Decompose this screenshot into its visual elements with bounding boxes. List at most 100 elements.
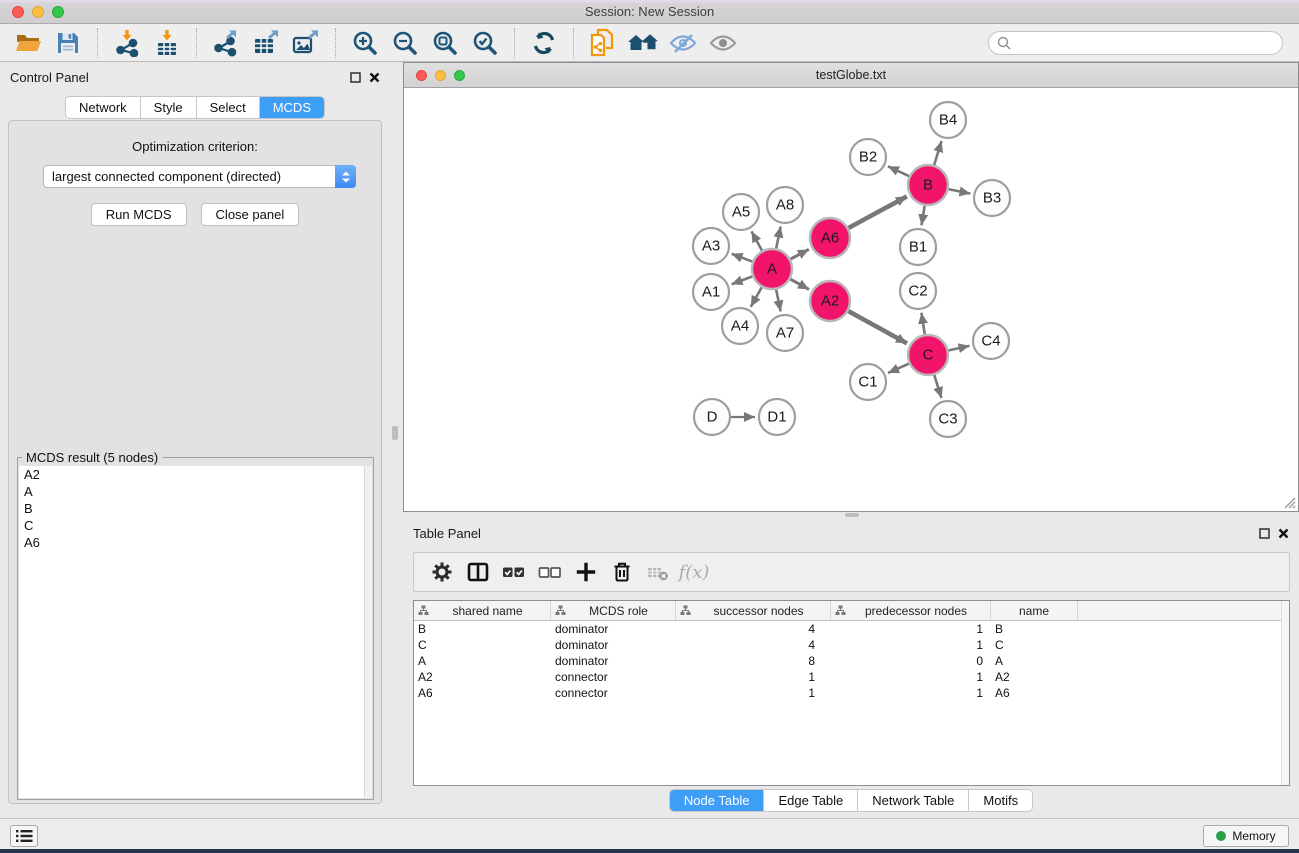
close-panel-icon[interactable] [1278, 528, 1289, 539]
zoom-in-button[interactable] [345, 27, 385, 59]
graph-node-label-A8: A8 [776, 197, 794, 214]
save-floppy-icon [56, 31, 80, 55]
close-panel-icon[interactable] [369, 72, 380, 83]
select-all-button[interactable] [496, 556, 532, 588]
memory-button[interactable]: Memory [1203, 825, 1289, 847]
import-table-button[interactable] [147, 27, 187, 59]
table-panel-tabs: Node Table Edge Table Network Table Moti… [669, 789, 1033, 812]
table-cell[interactable]: C [991, 638, 1078, 652]
deselect-all-button[interactable] [532, 556, 568, 588]
table-cell[interactable]: 1 [831, 638, 991, 652]
tab-style[interactable]: Style [141, 97, 197, 118]
column-header-shared-name[interactable]: shared name [414, 601, 551, 620]
table-cell[interactable]: dominator [551, 654, 676, 668]
table-cell[interactable]: 4 [676, 622, 831, 636]
export-image-button[interactable] [286, 27, 326, 59]
mcds-result-title: MCDS result (5 nodes) [22, 450, 162, 465]
zoom-selected-button[interactable] [465, 27, 505, 59]
float-panel-icon[interactable] [1259, 528, 1270, 539]
table-cell[interactable]: A [414, 654, 551, 668]
search-input[interactable] [988, 31, 1283, 55]
tab-node-table[interactable]: Node Table [670, 790, 765, 811]
table-cell[interactable]: A2 [991, 670, 1078, 684]
mcds-result-item[interactable]: B [19, 500, 372, 517]
table-cell[interactable]: connector [551, 686, 676, 700]
delete-column-button[interactable] [604, 556, 640, 588]
resize-grip-icon[interactable] [1284, 497, 1296, 509]
export-table-button[interactable] [246, 27, 286, 59]
zoom-out-button[interactable] [385, 27, 425, 59]
home-networks-button[interactable] [623, 27, 663, 59]
table-cell[interactable]: 1 [831, 670, 991, 684]
table-cell[interactable]: 4 [676, 638, 831, 652]
table-settings-button[interactable] [424, 556, 460, 588]
table-row[interactable]: Bdominator41B [414, 621, 1289, 637]
table-cell[interactable]: A [991, 654, 1078, 668]
zoom-fit-button[interactable] [425, 27, 465, 59]
table-panel: Table Panel f(x) shared name MCDS role s… [403, 518, 1299, 812]
tab-network[interactable]: Network [66, 97, 141, 118]
table-cell[interactable]: C [414, 638, 551, 652]
table-cell[interactable]: B [414, 622, 551, 636]
table-cell[interactable]: 0 [831, 654, 991, 668]
table-cell[interactable]: A6 [414, 686, 551, 700]
table-row[interactable]: Adominator80A [414, 653, 1289, 669]
table-cell[interactable]: connector [551, 670, 676, 684]
table-cell[interactable]: 1 [676, 686, 831, 700]
hide-selected-button[interactable] [663, 27, 703, 59]
table-row[interactable]: A6connector11A6 [414, 685, 1289, 701]
show-panels-button[interactable] [10, 825, 38, 847]
toolbar-separator [97, 28, 98, 58]
column-header-predecessor-nodes[interactable]: predecessor nodes [831, 601, 991, 620]
table-row[interactable]: Cdominator41C [414, 637, 1289, 653]
show-selected-button[interactable] [703, 27, 743, 59]
refresh-icon [531, 30, 557, 56]
tab-motifs[interactable]: Motifs [969, 790, 1032, 811]
save-session-button[interactable] [48, 27, 88, 59]
column-header-successor-nodes[interactable]: successor nodes [676, 601, 831, 620]
import-network-button[interactable] [107, 27, 147, 59]
network-canvas[interactable]: B4B2BB3A5A8A6A3B1AA1C2A2A4A7C4CC1C3DD1 [404, 88, 1298, 511]
table-cell[interactable]: B [991, 622, 1078, 636]
show-column-button[interactable] [460, 556, 496, 588]
tab-edge-table[interactable]: Edge Table [764, 790, 858, 811]
optimization-criterion-select[interactable]: largest connected component (directed) [43, 165, 356, 188]
tab-network-table[interactable]: Network Table [858, 790, 969, 811]
create-column-button[interactable] [568, 556, 604, 588]
vertical-divider-handle[interactable] [392, 426, 398, 440]
mcds-result-item[interactable]: A2 [19, 466, 372, 483]
table-cell[interactable]: dominator [551, 622, 676, 636]
duplicate-network-button[interactable] [583, 27, 623, 59]
table-cell[interactable]: A6 [991, 686, 1078, 700]
run-mcds-button[interactable]: Run MCDS [91, 203, 187, 226]
column-header-mcds-role[interactable]: MCDS role [551, 601, 676, 620]
close-panel-button[interactable]: Close panel [201, 203, 300, 226]
refresh-button[interactable] [524, 27, 564, 59]
mcds-result-item[interactable]: A [19, 483, 372, 500]
mcds-result-list[interactable]: A2ABCA6 [19, 466, 372, 798]
mcds-result-item[interactable]: C [19, 517, 372, 534]
table-cell[interactable]: dominator [551, 638, 676, 652]
table-cell[interactable]: 8 [676, 654, 831, 668]
graph-node-label-C: C [923, 347, 934, 364]
export-network-button[interactable] [206, 27, 246, 59]
tab-select[interactable]: Select [197, 97, 260, 118]
table-cell[interactable]: 1 [831, 686, 991, 700]
open-session-button[interactable] [8, 27, 48, 59]
tab-mcds[interactable]: MCDS [260, 97, 324, 118]
result-scrollbar[interactable] [364, 466, 372, 798]
graph-node-label-A4: A4 [731, 318, 749, 335]
duplicate-network-icon [589, 28, 617, 58]
table-scrollbar[interactable] [1281, 601, 1289, 785]
horizontal-divider-handle[interactable] [845, 513, 859, 517]
mcds-result-item[interactable]: A6 [19, 534, 372, 551]
graph-node-label-B1: B1 [909, 239, 927, 256]
table-cell[interactable]: A2 [414, 670, 551, 684]
column-header-name[interactable]: name [991, 601, 1078, 620]
table-cell[interactable]: 1 [676, 670, 831, 684]
table-row[interactable]: A2connector11A2 [414, 669, 1289, 685]
float-panel-icon[interactable] [350, 72, 361, 83]
eye-slash-icon [669, 31, 697, 55]
table-cell[interactable]: 1 [831, 622, 991, 636]
status-bar: Memory [0, 818, 1299, 849]
